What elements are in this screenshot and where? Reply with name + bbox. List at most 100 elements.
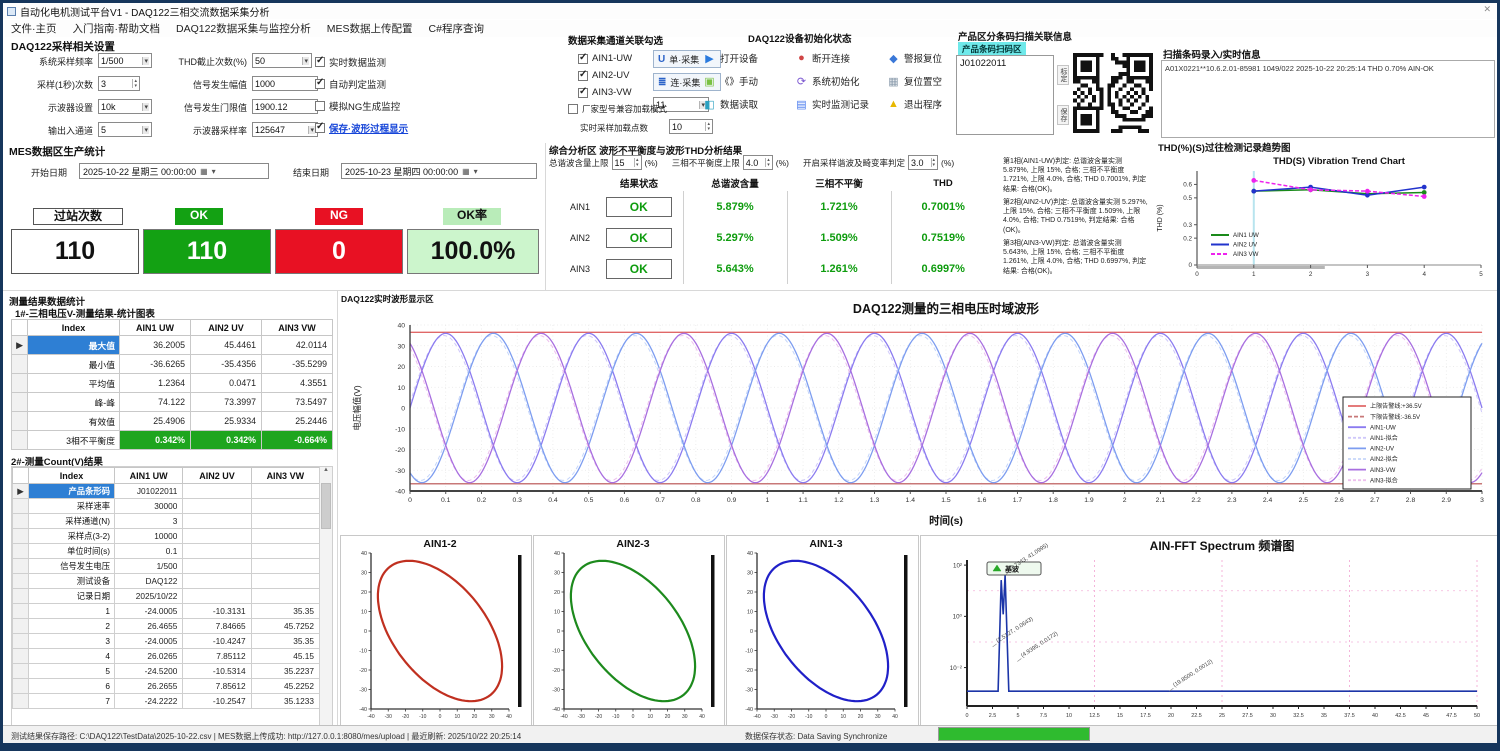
thd-cutoff-dropdown[interactable]: 50▾ <box>252 53 312 68</box>
analysis-note: 第3相(AIN3-VW)判定: 总谐波含量实测 5.643%, 上限 15%, … <box>1003 239 1148 276</box>
settings-checkbox[interactable]: 实时数据监测 <box>315 55 408 69</box>
device-button[interactable]: ▶打开设备 <box>703 51 791 65</box>
table-row[interactable]: ▶ 最大值 36.2005 45.4461 42.0114 <box>12 336 333 355</box>
waveform-chart: 00.10.20.30.40.50.60.70.80.911.11.21.31.… <box>348 299 1498 529</box>
table-row[interactable]: 2 26.4655 7.84665 45.7252 <box>13 619 320 634</box>
signal-amplitude-input[interactable]: 1000 <box>252 76 318 91</box>
svg-text:10: 10 <box>397 385 405 392</box>
table-header-row: Index AIN1 UW AIN2 UV AIN3 VW <box>13 468 320 484</box>
svg-text:THD (%): THD (%) <box>1157 204 1164 231</box>
svg-text:0: 0 <box>1188 262 1192 269</box>
daq-settings-form: 系统采样频率 1/500▾ THD截止次数(%) 50▾ 采样(1秒)次数 3▴… <box>13 53 318 138</box>
checkbox-box[interactable] <box>578 88 588 98</box>
menu-item[interactable]: DAQ122数据采集与监控分析 <box>176 21 311 36</box>
table-row[interactable]: 采样点(3-2) 10000 <box>13 529 320 544</box>
checkbox-box[interactable] <box>315 79 325 89</box>
points-stepper[interactable]: 10▴▾ <box>669 119 713 134</box>
end-date-picker[interactable]: 2025-10-23 星期四 00:00:00▦▾ <box>341 163 537 179</box>
checkbox-box[interactable] <box>578 71 588 81</box>
device-button[interactable]: ▣《》手动 <box>703 74 791 88</box>
scrollbar[interactable]: ▲▼ <box>319 467 332 738</box>
table-row[interactable]: 采样速率 30000 <box>13 499 320 514</box>
vendor-mode-checkbox[interactable]: 厂家型号兼容加载模式 <box>568 103 667 115</box>
daq-settings-checkboxes: 实时数据监测自动判定监测模拟NG生成监控保存·波形过程显示 <box>315 55 408 135</box>
spinner-arrows-icon[interactable]: ▴▾ <box>931 158 936 167</box>
scope-samplerate-dropdown[interactable]: 125647▾ <box>252 122 318 137</box>
svg-text:-30: -30 <box>771 714 778 720</box>
side-button[interactable]: 标定 <box>1057 65 1069 85</box>
side-button[interactable]: 保存 <box>1057 105 1069 125</box>
menu-item[interactable]: MES数据上传配置 <box>327 21 413 36</box>
svg-text:AIN3-拟合: AIN3-拟合 <box>1370 476 1398 484</box>
svg-text:2.6: 2.6 <box>1334 497 1344 504</box>
table-row[interactable]: 测试设备 DAQ122 <box>13 574 320 589</box>
menu-item[interactable]: 文件·主页 <box>11 21 57 36</box>
channel-checkbox[interactable]: AIN2-UV <box>578 70 632 81</box>
threshold-stepper[interactable]: 4.0▴▾ <box>743 155 773 170</box>
device-button[interactable]: ⟳系统初始化 <box>795 74 883 88</box>
device-button[interactable]: ▤实时监测记录 <box>795 97 883 111</box>
scrollbar-thumb[interactable] <box>321 483 331 529</box>
checkbox-box[interactable] <box>315 57 325 67</box>
menu-item[interactable]: 入门指南·帮助文档 <box>73 21 161 36</box>
table-row[interactable]: 记录日期 2025/10/22 <box>13 589 320 604</box>
table-row[interactable]: 3相不平衡度 0.342% 0.342% -0.664% <box>12 431 333 450</box>
close-icon[interactable]: ✕ <box>1483 4 1491 15</box>
svg-text:30: 30 <box>489 714 495 720</box>
table-row[interactable]: 采样通道(N) 3 <box>13 514 320 529</box>
harmonic-content-value: 5.879% <box>683 191 787 222</box>
threshold-stepper[interactable]: 3.0▴▾ <box>908 155 938 170</box>
spinner-arrows-icon[interactable]: ▴▾ <box>132 79 137 88</box>
device-button[interactable]: ◧数据读取 <box>703 97 791 111</box>
table-row[interactable]: 平均值 1.2364 0.0471 4.3551 <box>12 374 333 393</box>
device-button-icon: ▦ <box>887 75 900 88</box>
scope-setting-dropdown[interactable]: 10k▾ <box>98 99 152 114</box>
device-button[interactable]: ●断开连接 <box>795 51 883 65</box>
checkbox-box[interactable] <box>568 104 578 114</box>
table-row[interactable]: 峰-峰 74.122 73.3997 73.5497 <box>12 393 333 412</box>
settings-checkbox[interactable]: 自动判定监测 <box>315 77 408 91</box>
device-button-icon: ▣ <box>703 75 716 88</box>
table-row[interactable]: 信号发生电压 1/500 <box>13 559 320 574</box>
svg-text:0.1: 0.1 <box>441 497 451 504</box>
signal-threshold-input[interactable]: 1900.12 <box>252 99 318 114</box>
table-row[interactable]: 最小值 -36.6265 -35.4356 -35.5299 <box>12 355 333 374</box>
table-row[interactable]: 3 -24.0005 -10.4247 35.35 <box>13 634 320 649</box>
table-row[interactable]: 4 26.0265 7.85112 45.15 <box>13 649 320 664</box>
scan-info-input[interactable]: A01X0221**10.6.2.01-85981 1049/022 2025-… <box>1161 60 1495 138</box>
channel-label: AIN1 <box>549 191 595 222</box>
checkbox-box[interactable] <box>315 123 325 133</box>
menu-item[interactable]: C#程序查询 <box>429 21 484 36</box>
channel-checkbox[interactable]: AIN3-VW <box>578 87 632 98</box>
sample-rate-dropdown[interactable]: 1/500▾ <box>98 53 152 68</box>
checkbox-box[interactable] <box>315 101 325 111</box>
spinner-arrows-icon[interactable]: ▴▾ <box>634 158 639 167</box>
table-row[interactable]: ▶ 产品条形码 J01022011 <box>13 484 320 499</box>
table-row[interactable]: 有效值 25.4906 25.9334 25.2446 <box>12 412 333 431</box>
chevron-down-icon: ▾ <box>212 167 216 176</box>
svg-text:10⁻²: 10⁻² <box>950 665 962 672</box>
svg-text:(4.9395, 0.0172): (4.9395, 0.0172) <box>1020 631 1059 659</box>
threshold-stepper[interactable]: 15▴▾ <box>612 155 642 170</box>
table-row[interactable]: 单位时间(s) 0.1 <box>13 544 320 559</box>
barcode-input[interactable]: J01022011 <box>956 55 1054 135</box>
settings-checkbox[interactable]: 保存·波形过程显示 <box>315 121 408 135</box>
end-date-label: 结束日期 <box>293 166 329 179</box>
table-row[interactable]: 1 -24.0005 -10.3131 35.35 <box>13 604 320 619</box>
spinner-arrows-icon[interactable]: ▴▾ <box>705 122 710 131</box>
channel-checkbox[interactable]: AIN1-UW <box>578 53 632 64</box>
svg-text:-20: -20 <box>745 668 753 674</box>
samples-per-second-stepper[interactable]: 3▴▾ <box>98 76 140 91</box>
svg-text:0.4: 0.4 <box>548 497 558 504</box>
start-date-picker[interactable]: 2025-10-22 星期三 00:00:00▦▾ <box>79 163 269 179</box>
svg-text:-10: -10 <box>419 714 426 720</box>
checkbox-box[interactable] <box>578 54 588 64</box>
ng-count-value: 0 <box>275 229 403 274</box>
svg-text:0.7: 0.7 <box>655 497 665 504</box>
table-row[interactable]: 7 -24.2222 -10.2547 35.1233 <box>13 694 320 709</box>
table-row[interactable]: 6 26.2655 7.85612 45.2252 <box>13 679 320 694</box>
io-channel-dropdown[interactable]: 5▾ <box>98 122 152 137</box>
table-row[interactable]: 5 -24.5200 -10.5314 35.2237 <box>13 664 320 679</box>
spinner-arrows-icon[interactable]: ▴▾ <box>765 158 770 167</box>
settings-checkbox[interactable]: 模拟NG生成监控 <box>315 99 408 113</box>
